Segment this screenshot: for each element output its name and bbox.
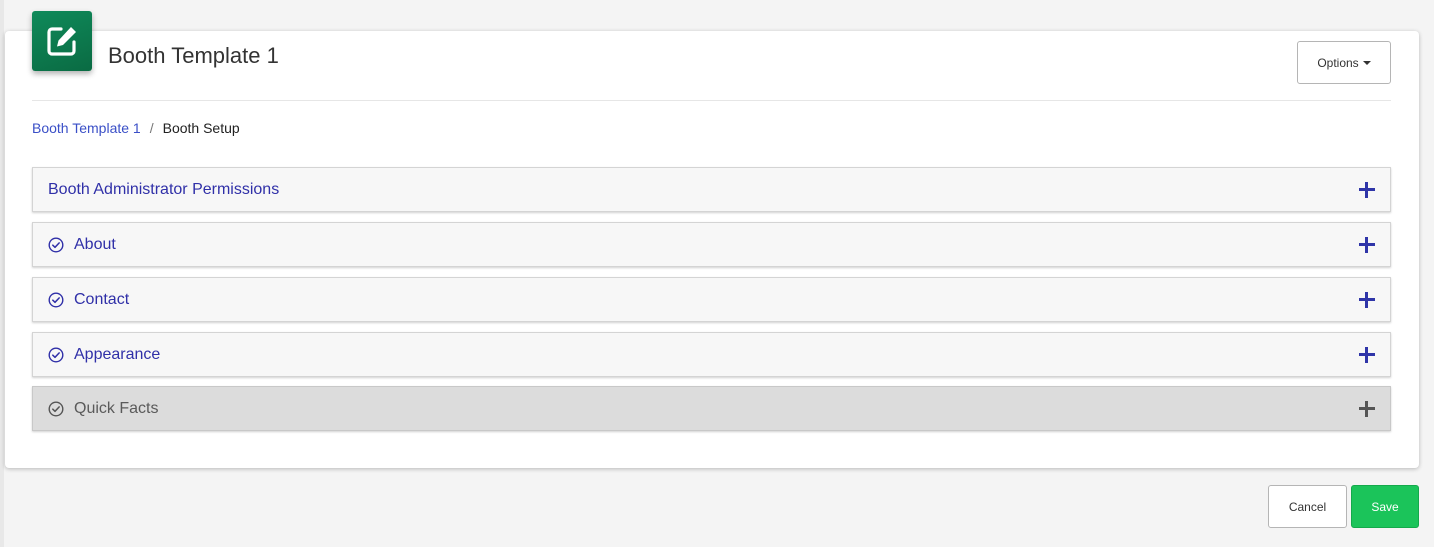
panel-contact[interactable]: Contact [32, 277, 1391, 322]
panel-title: About [74, 235, 116, 253]
breadcrumb-current: Booth Setup [162, 120, 240, 136]
save-button[interactable]: Save [1351, 485, 1419, 528]
plus-icon[interactable] [1359, 292, 1375, 308]
panel-quick-facts[interactable]: Quick Facts [32, 386, 1391, 431]
plus-icon[interactable] [1359, 347, 1375, 363]
plus-icon[interactable] [1359, 182, 1375, 198]
panel-title: Contact [74, 290, 130, 308]
plus-icon[interactable] [1359, 401, 1375, 417]
options-label: Options [1317, 55, 1359, 70]
edit-square-icon [32, 11, 92, 71]
page-edge [0, 0, 4, 547]
panel-booth-administrator-permissions[interactable]: Booth Administrator Permissions [32, 167, 1391, 212]
panel-title: Appearance [74, 345, 161, 363]
breadcrumb-link-booth-template[interactable]: Booth Template 1 [32, 120, 141, 136]
booth-setup-card: Booth Template 1 Options Booth Template … [5, 11, 1419, 468]
panel-title: Quick Facts [74, 399, 159, 417]
breadcrumb: Booth Template 1 / Booth Setup [32, 120, 240, 136]
caret-down-icon [1362, 61, 1371, 65]
check-circle-icon [48, 291, 64, 308]
options-dropdown-button[interactable]: Options [1297, 41, 1391, 84]
cancel-button[interactable]: Cancel [1268, 485, 1347, 528]
breadcrumb-separator: / [149, 120, 154, 136]
panel-title: Booth Administrator Permissions [48, 180, 280, 198]
plus-icon[interactable] [1359, 237, 1375, 253]
panel-appearance[interactable]: Appearance [32, 332, 1391, 377]
page-title: Booth Template 1 [108, 43, 279, 68]
check-circle-icon [48, 400, 64, 417]
header-divider [32, 100, 1391, 101]
check-circle-icon [48, 236, 64, 253]
check-circle-icon [48, 346, 64, 363]
panel-about[interactable]: About [32, 222, 1391, 267]
